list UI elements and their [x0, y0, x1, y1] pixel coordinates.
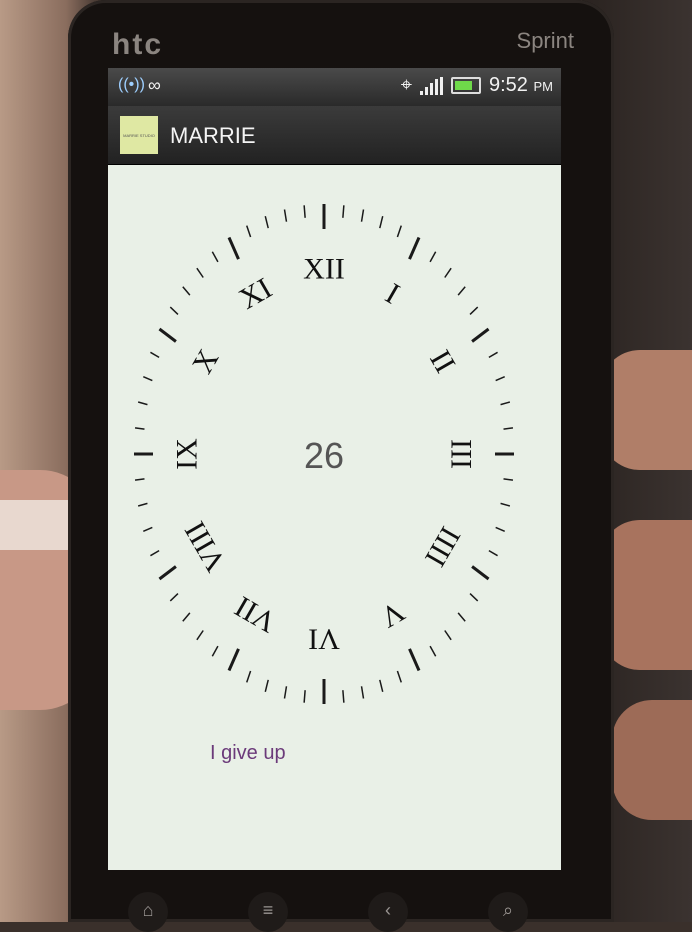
clock-tick: [264, 679, 269, 692]
clock-tick: [379, 679, 384, 692]
clock-tick: [211, 645, 219, 657]
clock-tick: [137, 502, 148, 507]
clock-tick: [444, 630, 452, 641]
clock-tick: [488, 351, 498, 359]
clock-tick: [143, 526, 153, 532]
clock-tick: [227, 236, 240, 260]
clock-numeral: VI: [308, 623, 340, 656]
clock-tick: [429, 251, 437, 263]
clock-tick: [150, 549, 160, 557]
clock-tick: [182, 286, 191, 296]
clock-numeral: X: [186, 344, 226, 380]
battery-icon: [451, 77, 481, 94]
clock-tick: [503, 478, 514, 481]
center-value: 26: [304, 435, 344, 476]
clock-tick: [429, 645, 437, 657]
clock-tick: [500, 502, 511, 507]
app-title-bar: MARRIE STUDIO MARRIE: [108, 106, 561, 165]
status-bar: ((•)) ∞ ⌖ 9:52 PM: [108, 68, 561, 106]
clock-numeral: V: [374, 595, 410, 635]
clock-tick: [360, 686, 365, 699]
hardware-nav-bar: ⌂ ≡ ‹ ⌕: [118, 888, 558, 932]
clock-tick: [360, 209, 365, 222]
phone-screen: ((•)) ∞ ⌖ 9:52 PM MARRIE STUDIO MARRIE 2…: [108, 68, 561, 870]
clock-tick: [396, 225, 402, 238]
clock-tick: [169, 593, 179, 602]
clock-tick: [457, 612, 466, 622]
clock-tick: [134, 427, 145, 430]
wifi-hotspot-icon: ((•)): [118, 76, 145, 93]
clock-tick: [158, 327, 177, 343]
clock-tick: [408, 648, 421, 672]
clock-tick: [182, 612, 191, 622]
back-icon[interactable]: ‹: [368, 892, 408, 932]
status-time: 9:52 PM: [489, 74, 553, 96]
clock-tick: [469, 593, 479, 602]
clock-tick: [396, 670, 402, 683]
clock-tick: [196, 267, 204, 278]
clock-tick: [471, 327, 490, 343]
signal-icon: [420, 76, 443, 95]
clock-numeral: XI: [234, 272, 278, 316]
clock-tick: [379, 216, 384, 229]
clock-tick: [264, 216, 269, 229]
clock-tick: [342, 690, 345, 703]
clock-numeral: XII: [303, 253, 345, 286]
clock-tick: [503, 427, 514, 430]
clock-tick: [342, 205, 345, 218]
clock-tick: [246, 225, 252, 238]
give-up-link[interactable]: I give up: [210, 742, 286, 765]
clock-numeral: VIII: [178, 516, 232, 577]
finger-right-3: [612, 700, 692, 820]
search-icon[interactable]: ⌕: [488, 892, 528, 932]
clock-tick: [158, 565, 177, 581]
clock-tick: [303, 690, 306, 703]
roman-clock-face[interactable]: 26 XIIIIIIIIIIIIVVIVIIVIIIIXXXI: [108, 164, 561, 724]
clock-tick: [227, 648, 240, 672]
clock-tick: [495, 526, 505, 532]
clock-tick: [495, 376, 505, 382]
clock-tick: [500, 401, 511, 406]
app-title: MARRIE: [170, 123, 256, 148]
clock-tick: [457, 286, 466, 296]
menu-icon[interactable]: ≡: [248, 892, 288, 932]
clock-tick: [150, 351, 160, 359]
clock-tick: [283, 686, 288, 699]
clock-tick: [471, 565, 490, 581]
clock-tick: [444, 267, 452, 278]
htc-logo: htc: [112, 28, 163, 61]
clock-tick: [137, 401, 148, 406]
voicemail-icon: ∞: [148, 75, 161, 95]
clock-tick: [134, 478, 145, 481]
clock-numeral: I: [380, 277, 405, 311]
clock-numeral: III: [444, 439, 477, 469]
phone-body: htc Sprint ((•)) ∞ ⌖ 9:52 PM MARRIE STUD…: [68, 0, 614, 932]
app-logo: MARRIE STUDIO: [120, 116, 158, 154]
clock-tick: [488, 549, 498, 557]
clock-tick: [143, 376, 153, 382]
clock-tick: [196, 630, 204, 641]
clock-numeral: VII: [229, 590, 282, 639]
clock-tick: [246, 670, 252, 683]
clock-numeral: IX: [171, 438, 204, 470]
clock-tick: [469, 306, 479, 315]
sprint-logo: Sprint: [516, 28, 574, 53]
clock-tick: [169, 306, 179, 315]
home-icon[interactable]: ⌂: [128, 892, 168, 932]
clock-tick: [211, 251, 219, 263]
clock-tick: [283, 209, 288, 222]
clock-numeral: II: [423, 345, 462, 379]
clock-tick: [408, 236, 421, 260]
clock-tick: [303, 205, 306, 218]
gps-icon: ⌖: [400, 74, 412, 96]
clock-numeral: IIII: [418, 521, 467, 572]
